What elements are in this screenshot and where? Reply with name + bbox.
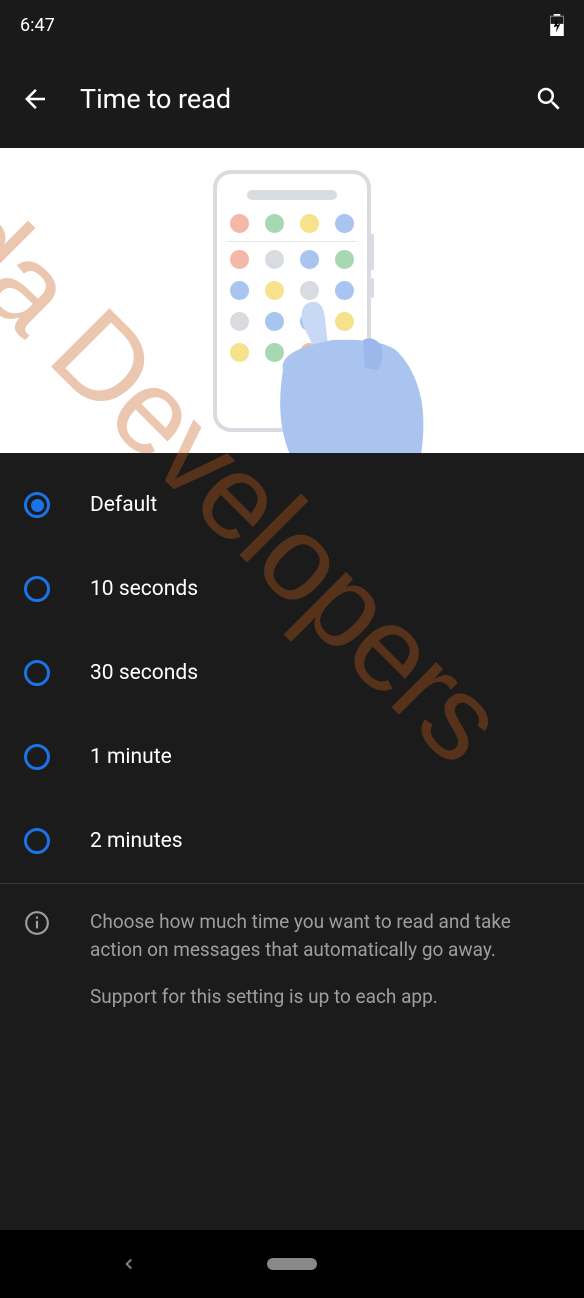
option-10-seconds[interactable]: 10 seconds (0, 547, 584, 631)
options-list: Default 10 seconds 30 seconds 1 minute 2… (0, 453, 584, 883)
radio-icon (24, 492, 50, 518)
info-line-1: Choose how much time you want to read an… (90, 908, 560, 963)
nav-home-pill[interactable] (267, 1258, 317, 1270)
nav-back-icon[interactable] (120, 1255, 138, 1273)
info-text: Choose how much time you want to read an… (90, 908, 560, 1011)
radio-icon (24, 660, 50, 686)
info-icon (24, 910, 50, 936)
option-1-minute[interactable]: 1 minute (0, 715, 584, 799)
back-arrow-icon[interactable] (20, 84, 50, 114)
info-section: Choose how much time you want to read an… (0, 884, 584, 1031)
battery-charging-icon (550, 14, 564, 36)
info-line-2: Support for this setting is up to each a… (90, 983, 560, 1011)
search-icon[interactable] (534, 84, 564, 114)
option-label: 10 seconds (90, 577, 198, 601)
option-default[interactable]: Default (0, 463, 584, 547)
option-label: 2 minutes (90, 829, 183, 853)
illustration-panel (0, 148, 584, 453)
clock-text: 6:47 (20, 15, 55, 36)
option-label: Default (90, 493, 157, 517)
navigation-bar (0, 1230, 584, 1298)
content-filler (0, 1031, 584, 1230)
radio-icon (24, 828, 50, 854)
hand-illustration (243, 290, 473, 454)
radio-icon (24, 744, 50, 770)
app-bar: Time to read (0, 50, 584, 148)
radio-icon (24, 576, 50, 602)
status-bar: 6:47 (0, 0, 584, 50)
option-label: 1 minute (90, 745, 172, 769)
option-2-minutes[interactable]: 2 minutes (0, 799, 584, 883)
page-title: Time to read (80, 83, 504, 115)
option-30-seconds[interactable]: 30 seconds (0, 631, 584, 715)
option-label: 30 seconds (90, 661, 198, 685)
